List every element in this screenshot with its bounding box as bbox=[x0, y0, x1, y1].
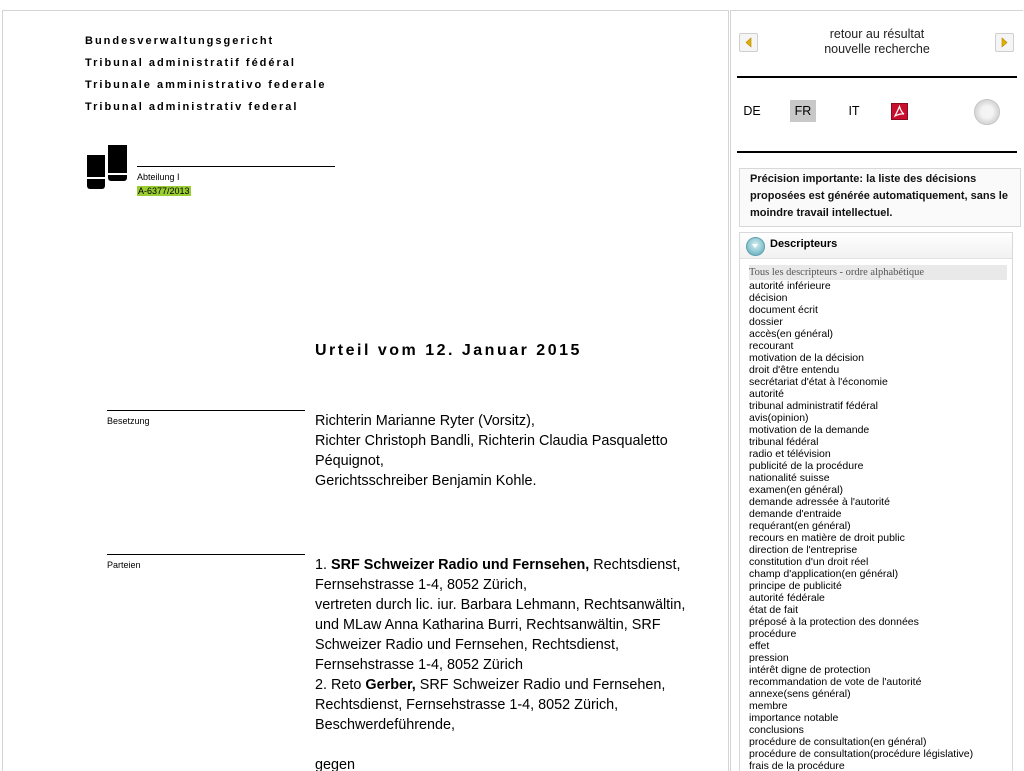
descriptor-item[interactable]: autorité bbox=[749, 388, 1012, 400]
descriptor-item[interactable]: requérant(en général) bbox=[749, 520, 1012, 532]
besetzung-line: Richterin Marianne Ryter (Vorsitz), bbox=[315, 413, 535, 429]
automatic-list-notice: Précision importante: la liste des décis… bbox=[739, 168, 1021, 227]
descriptor-item[interactable]: examen(en général) bbox=[749, 484, 1012, 496]
descriptor-item[interactable]: dossier bbox=[749, 316, 1012, 328]
lang-it-button[interactable]: IT bbox=[842, 100, 866, 122]
descriptor-item[interactable]: direction de l'entreprise bbox=[749, 544, 1012, 556]
court-name-fr: Tribunal administratif fédéral bbox=[85, 57, 296, 69]
arrow-right-icon bbox=[1001, 37, 1008, 48]
descriptor-item[interactable]: recours en matière de droit public bbox=[749, 532, 1012, 544]
descriptor-item[interactable]: radio et télévision bbox=[749, 448, 1012, 460]
descriptor-item[interactable]: motivation de la décision bbox=[749, 352, 1012, 364]
header-rule bbox=[137, 166, 335, 167]
divider bbox=[737, 76, 1017, 78]
court-name-de: Bundesverwaltungsgericht bbox=[85, 35, 275, 47]
court-name-it: Tribunale amministrativo federale bbox=[85, 79, 327, 91]
descriptor-item[interactable]: document écrit bbox=[749, 304, 1012, 316]
descriptors-title: Descripteurs bbox=[770, 238, 838, 250]
lang-fr-button[interactable]: FR bbox=[790, 100, 816, 122]
party-2-name: Gerber, bbox=[365, 677, 416, 693]
party-1-line: und MLaw Anna Katharina Burri, Rechtsanw… bbox=[315, 617, 661, 633]
descriptors-subtitle[interactable]: Tous les descripteurs - ordre alphabétiq… bbox=[749, 265, 1007, 280]
nav-links: retour au résultat nouvelle recherche bbox=[731, 27, 1023, 57]
descriptor-item[interactable]: conclusions bbox=[749, 724, 1012, 736]
party-1-line: Schweizer Radio und Fernsehen, Rechtsdie… bbox=[315, 637, 619, 653]
descriptor-item[interactable]: droit d'être entendu bbox=[749, 364, 1012, 376]
descriptor-item[interactable]: préposé à la protection des données bbox=[749, 616, 1012, 628]
descriptor-item[interactable]: effet bbox=[749, 640, 1012, 652]
descriptor-item[interactable]: recommandation de vote de l'autorité bbox=[749, 676, 1012, 688]
descriptors-list: autorité inférieure décision document écri… bbox=[749, 280, 1012, 771]
descriptor-item[interactable]: recourant bbox=[749, 340, 1012, 352]
party-1-heading: 1. SRF Schweizer Radio und Fernsehen, Re… bbox=[315, 555, 710, 575]
descriptor-item[interactable]: tribunal administratif fédéral bbox=[749, 400, 1012, 412]
gegen-text: gegen bbox=[315, 757, 356, 771]
besetzung-rule bbox=[107, 410, 305, 411]
next-document-button[interactable] bbox=[995, 33, 1014, 52]
status-indicator-button[interactable] bbox=[974, 99, 1000, 125]
court-logo-icon bbox=[87, 145, 129, 191]
descriptor-item[interactable]: champ d'application(en général) bbox=[749, 568, 1012, 580]
judgment-title: Urteil vom 12. Januar 2015 bbox=[315, 342, 582, 359]
lang-de-button[interactable]: DE bbox=[740, 100, 764, 122]
descriptors-panel: Descripteurs Tous les descripteurs - ord… bbox=[739, 232, 1013, 771]
descriptor-item[interactable]: état de fait bbox=[749, 604, 1012, 616]
sidebar: retour au résultat nouvelle recherche DE… bbox=[730, 10, 1023, 771]
new-search-link[interactable]: nouvelle recherche bbox=[731, 42, 1023, 57]
descriptors-header[interactable]: Descripteurs bbox=[740, 233, 1012, 259]
party-2-heading: 2. Reto Gerber, SRF Schweizer Radio und … bbox=[315, 675, 710, 695]
collapse-icon[interactable] bbox=[746, 237, 765, 256]
descriptor-item[interactable]: membre bbox=[749, 700, 1012, 712]
descriptor-item[interactable]: procédure de consultation(en général) bbox=[749, 736, 1012, 748]
descriptor-item[interactable]: procédure de consultation(procédure légi… bbox=[749, 748, 1012, 760]
divider bbox=[737, 151, 1017, 153]
party-2-line: Rechtsdienst, Fernsehstrasse 1-4, 8052 Z… bbox=[315, 697, 619, 713]
party-2-line: Beschwerdeführende, bbox=[315, 717, 455, 733]
party-1-line: Fernsehstrasse 1-4, 8052 Zürich bbox=[315, 657, 523, 673]
descriptor-item[interactable]: frais de la procédure bbox=[749, 760, 1012, 771]
party-1-line: vertreten durch lic. iur. Barbara Lehman… bbox=[315, 597, 686, 613]
besetzung-label: Besetzung bbox=[107, 416, 150, 426]
parteien-text: 1. SRF Schweizer Radio und Fernsehen, Re… bbox=[315, 555, 710, 771]
besetzung-line: Péquignot, bbox=[315, 453, 384, 469]
parteien-label: Parteien bbox=[107, 560, 141, 570]
descriptor-item[interactable]: publicité de la procédure bbox=[749, 460, 1012, 472]
descriptor-item[interactable]: nationalité suisse bbox=[749, 472, 1012, 484]
besetzung-line: Gerichtsschreiber Benjamin Kohle. bbox=[315, 473, 537, 489]
document-view: Bundesverwaltungsgericht Tribunal admini… bbox=[2, 10, 729, 771]
division-label: Abteilung I bbox=[137, 172, 180, 182]
descriptor-item[interactable]: constitution d'un droit réel bbox=[749, 556, 1012, 568]
court-names: Bundesverwaltungsgericht Tribunal admini… bbox=[85, 33, 326, 121]
parteien-rule bbox=[107, 554, 305, 555]
descriptor-item[interactable]: importance notable bbox=[749, 712, 1012, 724]
descriptor-item[interactable]: annexe(sens général) bbox=[749, 688, 1012, 700]
besetzung-text: Richterin Marianne Ryter (Vorsitz), Rich… bbox=[315, 411, 710, 491]
descriptor-item[interactable]: intérêt digne de protection bbox=[749, 664, 1012, 676]
descriptor-item[interactable]: secrétariat d'état à l'économie bbox=[749, 376, 1012, 388]
case-number: A-6377/2013 bbox=[137, 186, 191, 196]
back-to-results-link[interactable]: retour au résultat bbox=[731, 27, 1023, 42]
descriptor-item[interactable]: autorité fédérale bbox=[749, 592, 1012, 604]
descriptor-item[interactable]: décision bbox=[749, 292, 1012, 304]
court-name-rm: Tribunal administrativ federal bbox=[85, 101, 299, 113]
descriptor-item[interactable]: accès(en général) bbox=[749, 328, 1012, 340]
descriptor-item[interactable]: demande d'entraide bbox=[749, 508, 1012, 520]
descriptor-item[interactable]: pression bbox=[749, 652, 1012, 664]
descriptor-item[interactable]: principe de publicité bbox=[749, 580, 1012, 592]
party-1-line: Fernsehstrasse 1-4, 8052 Zürich, bbox=[315, 577, 527, 593]
descriptor-item[interactable]: demande adressée à l'autorité bbox=[749, 496, 1012, 508]
descriptor-item[interactable]: motivation de la demande bbox=[749, 424, 1012, 436]
pdf-download-icon[interactable] bbox=[891, 103, 908, 120]
descriptor-item[interactable]: autorité inférieure bbox=[749, 280, 1012, 292]
descriptor-item[interactable]: tribunal fédéral bbox=[749, 436, 1012, 448]
descriptor-item[interactable]: procédure bbox=[749, 628, 1012, 640]
party-1-rest: Rechtsdienst, bbox=[589, 557, 681, 573]
party-1-number: 1. bbox=[315, 557, 331, 573]
descriptor-item[interactable]: avis(opinion) bbox=[749, 412, 1012, 424]
party-2-rest: SRF Schweizer Radio und Fernsehen, bbox=[415, 677, 666, 693]
besetzung-line: Richter Christoph Bandli, Richterin Clau… bbox=[315, 433, 668, 449]
party-2-number: 2. Reto bbox=[315, 677, 366, 693]
party-1-name: SRF Schweizer Radio und Fernsehen, bbox=[331, 557, 590, 573]
